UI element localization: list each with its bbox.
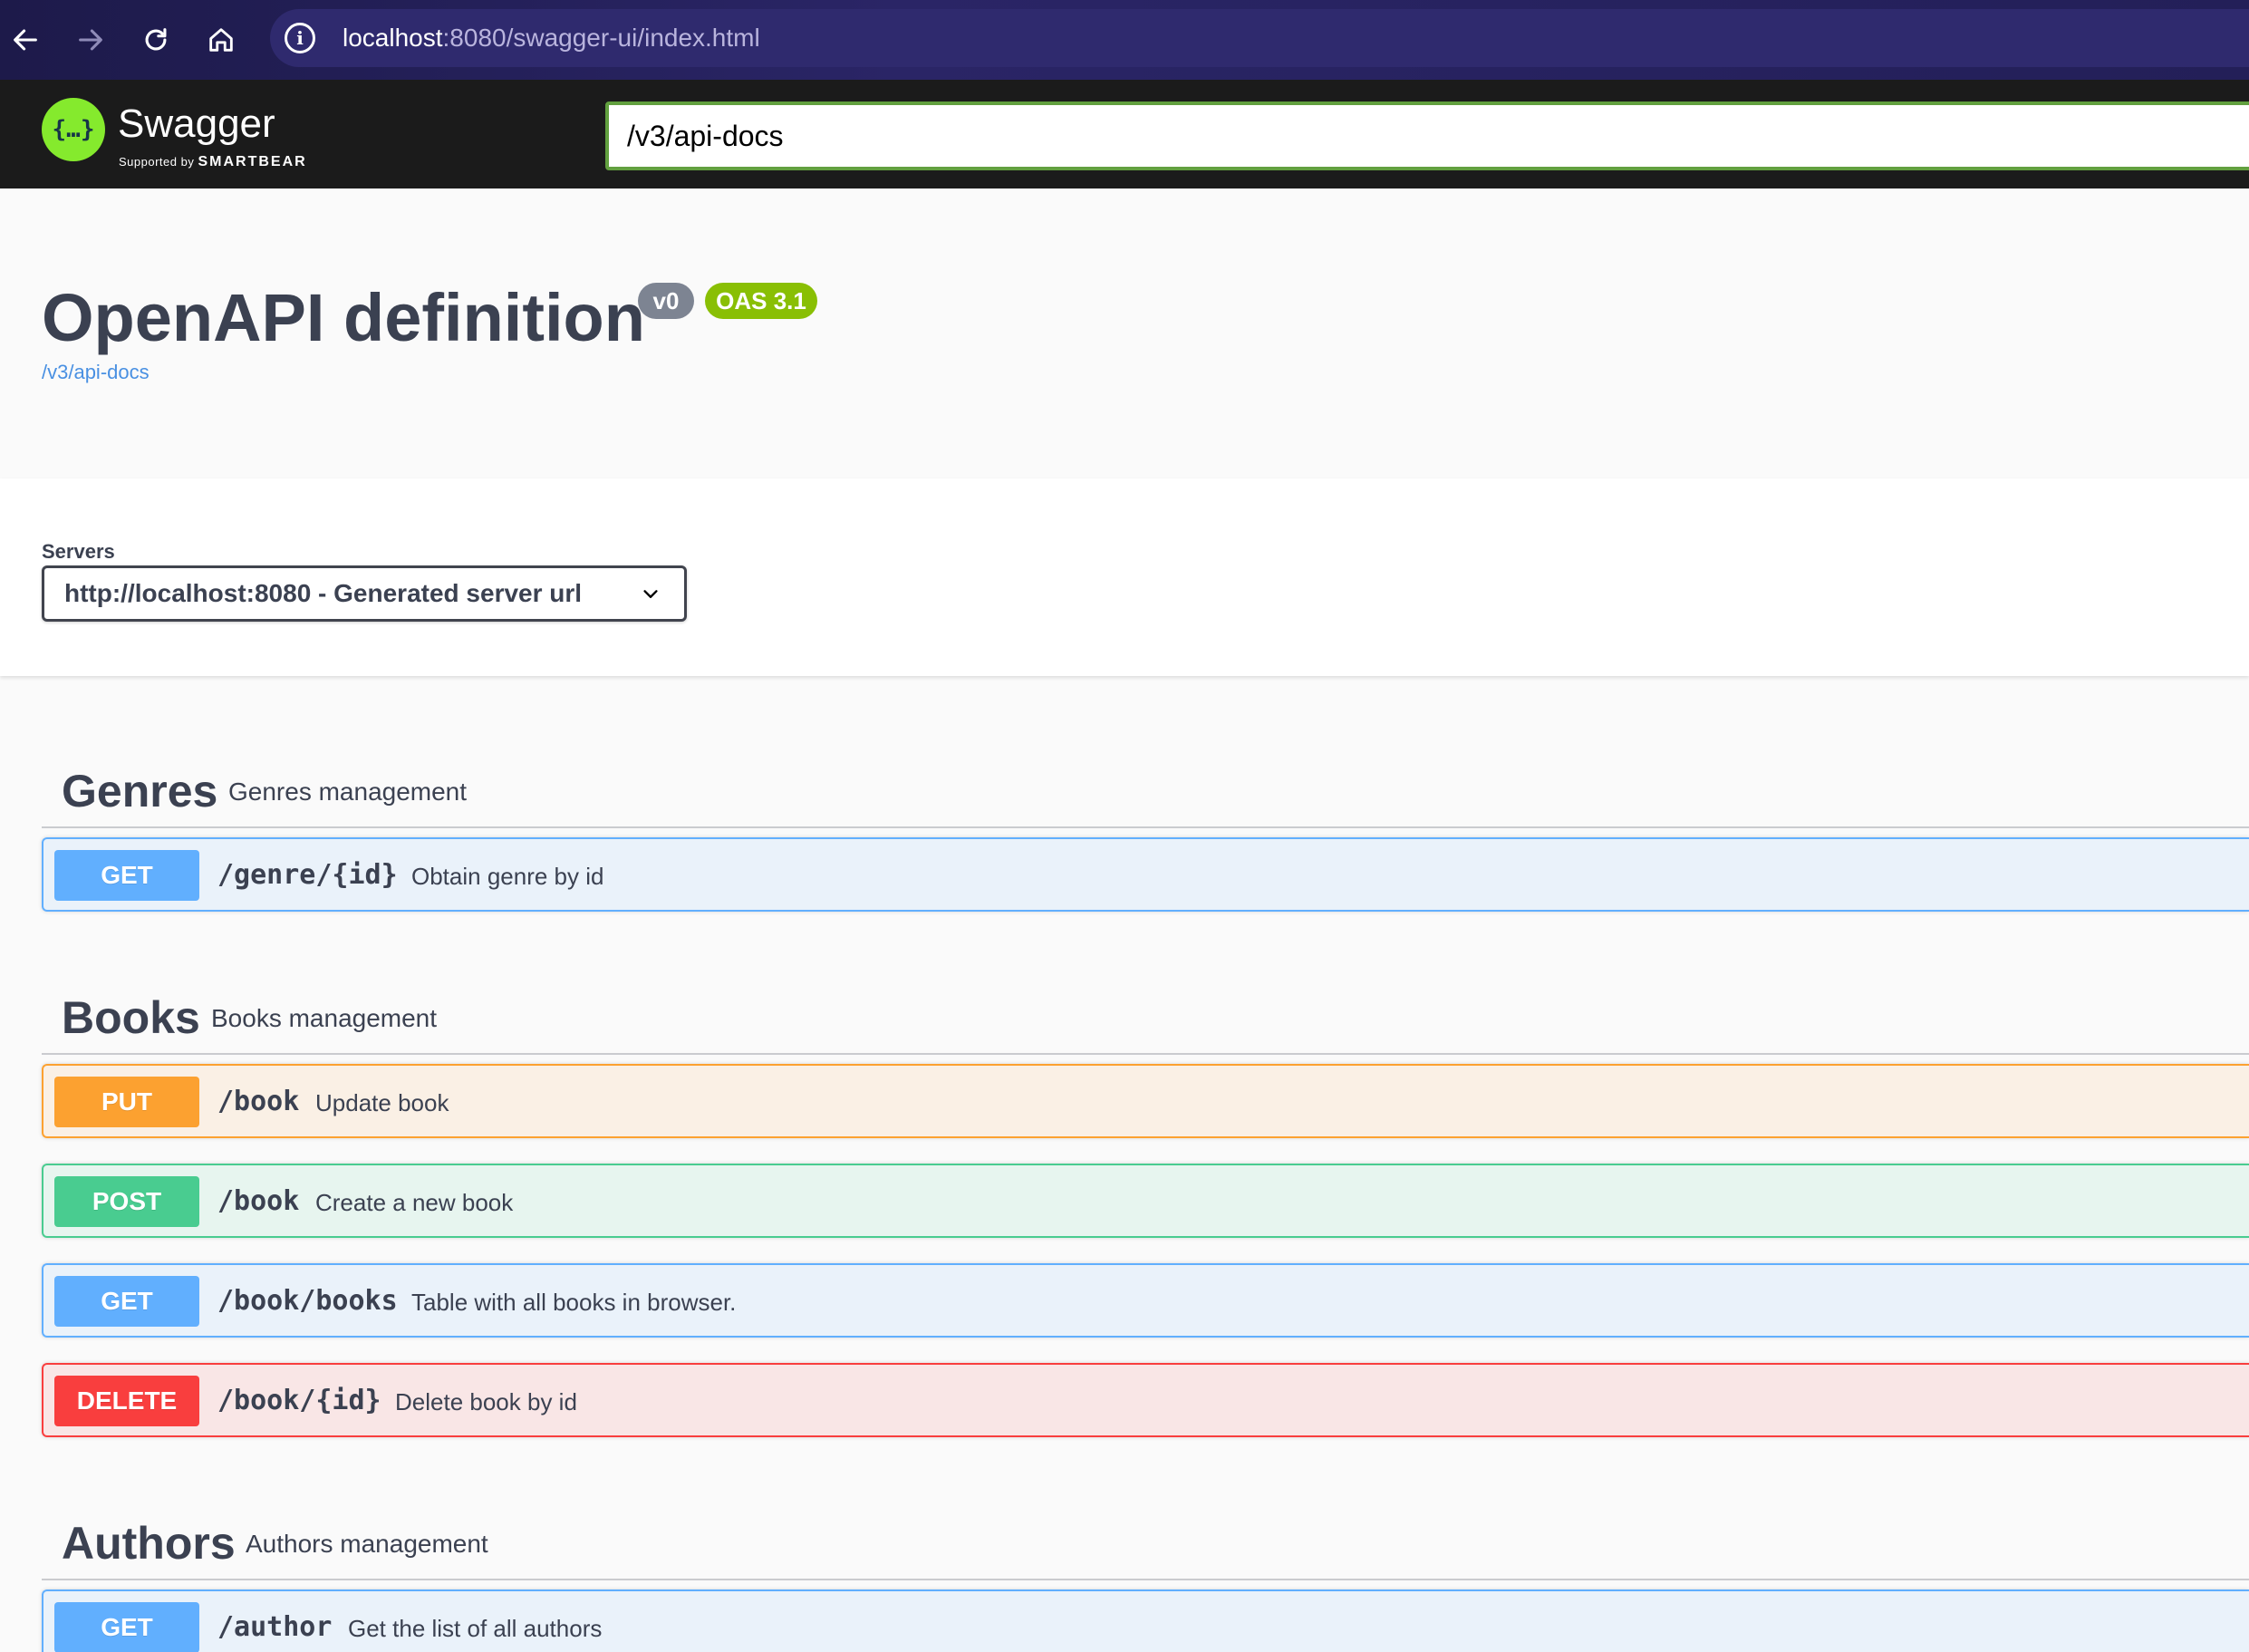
forward-button[interactable] xyxy=(69,18,112,62)
operation-get-genre-id[interactable]: GET /genre/{id} Obtain genre by id xyxy=(42,837,2249,912)
spec-link[interactable]: /v3/api-docs xyxy=(42,361,150,384)
operation-summary: Create a new book xyxy=(315,1189,514,1216)
supported-by-prefix: Supported by xyxy=(119,155,195,169)
site-info-icon[interactable]: i xyxy=(285,23,315,53)
operation-summary: Delete book by id xyxy=(395,1388,577,1415)
server-select[interactable]: http://localhost:8080 - Generated server… xyxy=(42,565,687,622)
operation-summary: Get the list of all authors xyxy=(348,1615,603,1642)
api-info: OpenAPI definition v0 OAS 3.1 /v3/api-do… xyxy=(0,188,2249,478)
method-badge: GET xyxy=(54,850,199,901)
reload-button[interactable] xyxy=(134,18,178,62)
smartbear-brand: SMARTBEAR xyxy=(198,154,307,169)
page-title: OpenAPI definition xyxy=(42,280,645,355)
version-badge: v0 xyxy=(638,283,694,319)
tag-name: Authors xyxy=(62,1518,236,1569)
tag-description: Books management xyxy=(211,1004,438,1032)
operation-get-author[interactable]: GET /author Get the list of all authors xyxy=(42,1589,2249,1652)
method-badge: GET xyxy=(54,1276,199,1327)
method-badge: PUT xyxy=(54,1077,199,1127)
home-button[interactable] xyxy=(199,18,243,62)
servers-label: Servers xyxy=(42,540,115,563)
url-host: localhost xyxy=(343,24,443,52)
servers-section: Servers http://localhost:8080 - Generate… xyxy=(0,478,2249,676)
method-badge: POST xyxy=(54,1176,199,1227)
tag-authors[interactable]: Authors Authors management xyxy=(42,1490,2249,1580)
address-url: localhost:8080/swagger-ui/index.html xyxy=(343,24,760,53)
operation-delete-book-id[interactable]: DELETE /book/{id} Delete book by id xyxy=(42,1363,2249,1437)
tag-name: Genres xyxy=(62,766,218,816)
tag-name: Books xyxy=(62,992,200,1043)
operation-path: /genre/{id} xyxy=(217,859,398,891)
tag-description: Genres management xyxy=(228,778,468,806)
operation-path: /author xyxy=(217,1611,333,1643)
method-badge: GET xyxy=(54,1602,199,1652)
arrow-right-icon xyxy=(79,29,102,51)
back-button[interactable] xyxy=(4,18,47,62)
operation-summary: Obtain genre by id xyxy=(411,863,604,890)
supported-by-text: Supported by SMARTBEAR xyxy=(119,154,307,170)
operation-post-book[interactable]: POST /book Create a new book xyxy=(42,1164,2249,1238)
spec-url-input[interactable]: /v3/api-docs xyxy=(605,101,2249,170)
address-bar[interactable]: i localhost:8080/swagger-ui/index.html xyxy=(270,9,2249,67)
swagger-logo-icon[interactable]: {…} xyxy=(42,98,105,161)
arrow-left-icon xyxy=(14,29,37,51)
server-selected-value: http://localhost:8080 - Generated server… xyxy=(64,579,583,607)
tag-description: Authors management xyxy=(246,1530,488,1558)
tag-genres[interactable]: Genres Genres management xyxy=(42,738,2249,828)
browser-toolbar: i localhost:8080/swagger-ui/index.html xyxy=(0,0,2249,80)
url-path: :8080/swagger-ui/index.html xyxy=(442,24,760,52)
reload-icon xyxy=(145,28,167,51)
operation-summary: Table with all books in browser. xyxy=(411,1289,737,1316)
method-badge: DELETE xyxy=(54,1376,199,1426)
operation-path: /book xyxy=(217,1185,300,1217)
operation-path: /book/books xyxy=(217,1285,398,1317)
home-icon xyxy=(209,28,233,52)
tag-books[interactable]: Books Books management xyxy=(42,964,2249,1055)
operation-path: /book xyxy=(217,1086,300,1117)
chevron-down-icon xyxy=(643,590,658,598)
operation-put-book[interactable]: PUT /book Update book xyxy=(42,1064,2249,1138)
oas-badge: OAS 3.1 xyxy=(705,283,817,319)
operation-get-book-books[interactable]: GET /book/books Table with all books in … xyxy=(42,1263,2249,1338)
operation-summary: Update book xyxy=(315,1089,449,1116)
swagger-logo-text[interactable]: Swagger xyxy=(118,101,275,147)
operation-path: /book/{id} xyxy=(217,1385,381,1416)
